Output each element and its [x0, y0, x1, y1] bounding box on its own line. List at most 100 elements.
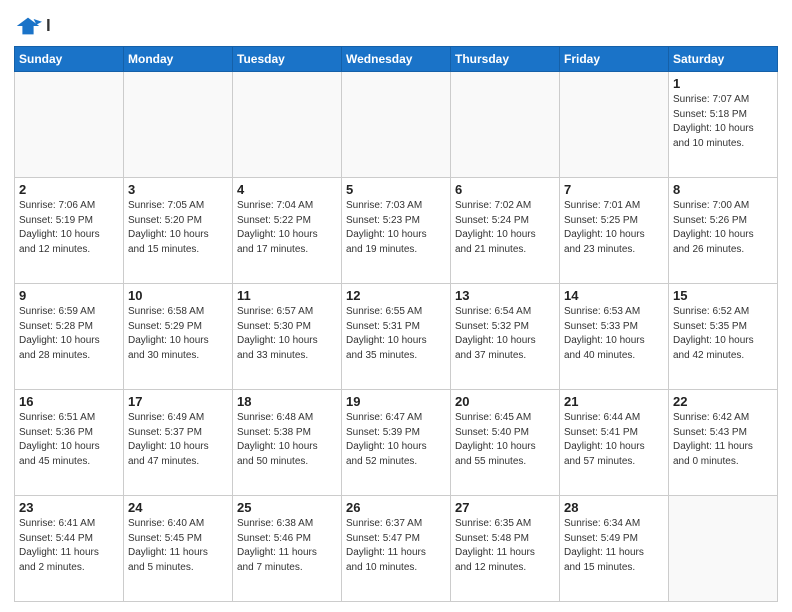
day-cell: 3 Sunrise: 7:05 AM Sunset: 5:20 PM Daylig…: [124, 178, 233, 284]
day-number: 27: [455, 500, 555, 515]
weekday-monday: Monday: [124, 47, 233, 72]
page: l SundayMondayTuesdayWednesdayThursdayFr…: [0, 0, 792, 612]
day-info: Sunrise: 7:00 AM Sunset: 5:26 PM Dayligh…: [673, 199, 773, 257]
day-cell: 11 Sunrise: 6:57 AM Sunset: 5:30 PM Dayli…: [233, 284, 342, 390]
day-info: Sunrise: 7:01 AM Sunset: 5:25 PM Dayligh…: [564, 199, 664, 257]
week-row-1: 1 Sunrise: 7:07 AM Sunset: 5:18 PM Daylig…: [15, 72, 778, 178]
day-info: Sunrise: 6:35 AM Sunset: 5:48 PM Dayligh…: [455, 517, 555, 575]
day-number: 10: [128, 288, 228, 303]
day-number: 1: [673, 76, 773, 91]
day-number: 11: [237, 288, 337, 303]
day-cell: 16 Sunrise: 6:51 AM Sunset: 5:36 PM Dayli…: [15, 390, 124, 496]
day-info: Sunrise: 6:38 AM Sunset: 5:46 PM Dayligh…: [237, 517, 337, 575]
day-cell: 7Sunrise: 7:01 AM Sunset: 5:25 PM Daylig…: [560, 178, 669, 284]
day-cell: 28 Sunrise: 6:34 AM Sunset: 5:49 PM Dayli…: [560, 496, 669, 602]
day-number: 12: [346, 288, 446, 303]
day-cell: 10 Sunrise: 6:58 AM Sunset: 5:29 PM Dayli…: [124, 284, 233, 390]
day-number: 19: [346, 394, 446, 409]
day-cell: [451, 72, 560, 178]
day-cell: [233, 72, 342, 178]
day-number: 24: [128, 500, 228, 515]
day-info: Sunrise: 6:54 AM Sunset: 5:32 PM Dayligh…: [455, 305, 555, 363]
day-info: Sunrise: 7:04 AM Sunset: 5:22 PM Dayligh…: [237, 199, 337, 257]
day-cell: [560, 72, 669, 178]
day-info: Sunrise: 7:07 AM Sunset: 5:18 PM Dayligh…: [673, 93, 773, 151]
day-cell: 20 Sunrise: 6:45 AM Sunset: 5:40 PM Dayli…: [451, 390, 560, 496]
day-cell: 19Sunrise: 6:47 AM Sunset: 5:39 PM Dayli…: [342, 390, 451, 496]
day-info: Sunrise: 6:52 AM Sunset: 5:35 PM Dayligh…: [673, 305, 773, 363]
day-number: 21: [564, 394, 664, 409]
day-cell: 12 Sunrise: 6:55 AM Sunset: 5:31 PM Dayli…: [342, 284, 451, 390]
day-info: Sunrise: 6:48 AM Sunset: 5:38 PM Dayligh…: [237, 411, 337, 469]
day-cell: [15, 72, 124, 178]
week-row-3: 9 Sunrise: 6:59 AM Sunset: 5:28 PM Daylig…: [15, 284, 778, 390]
day-number: 8: [673, 182, 773, 197]
weekday-saturday: Saturday: [669, 47, 778, 72]
day-info: Sunrise: 7:06 AM Sunset: 5:19 PM Dayligh…: [19, 199, 119, 257]
day-cell: 26 Sunrise: 6:37 AM Sunset: 5:47 PM Dayli…: [342, 496, 451, 602]
day-number: 2: [19, 182, 119, 197]
day-number: 4: [237, 182, 337, 197]
day-cell: 6 Sunrise: 7:02 AM Sunset: 5:24 PM Daylig…: [451, 178, 560, 284]
day-cell: 21 Sunrise: 6:44 AM Sunset: 5:41 PM Dayli…: [560, 390, 669, 496]
day-number: 18: [237, 394, 337, 409]
day-number: 16: [19, 394, 119, 409]
weekday-sunday: Sunday: [15, 47, 124, 72]
day-cell: [669, 496, 778, 602]
day-number: 22: [673, 394, 773, 409]
day-info: Sunrise: 6:55 AM Sunset: 5:31 PM Dayligh…: [346, 305, 446, 363]
day-number: 28: [564, 500, 664, 515]
logo-text: l: [46, 17, 51, 36]
day-number: 15: [673, 288, 773, 303]
day-cell: [124, 72, 233, 178]
day-cell: 18 Sunrise: 6:48 AM Sunset: 5:38 PM Dayli…: [233, 390, 342, 496]
day-cell: 27 Sunrise: 6:35 AM Sunset: 5:48 PM Dayli…: [451, 496, 560, 602]
day-info: Sunrise: 6:40 AM Sunset: 5:45 PM Dayligh…: [128, 517, 228, 575]
day-info: Sunrise: 7:05 AM Sunset: 5:20 PM Dayligh…: [128, 199, 228, 257]
week-row-5: 23Sunrise: 6:41 AM Sunset: 5:44 PM Dayli…: [15, 496, 778, 602]
day-cell: 8 Sunrise: 7:00 AM Sunset: 5:26 PM Daylig…: [669, 178, 778, 284]
logo: l: [14, 12, 51, 40]
day-info: Sunrise: 6:42 AM Sunset: 5:43 PM Dayligh…: [673, 411, 773, 469]
day-info: Sunrise: 7:02 AM Sunset: 5:24 PM Dayligh…: [455, 199, 555, 257]
day-info: Sunrise: 6:53 AM Sunset: 5:33 PM Dayligh…: [564, 305, 664, 363]
calendar-table: SundayMondayTuesdayWednesdayThursdayFrid…: [14, 46, 778, 602]
day-number: 3: [128, 182, 228, 197]
day-cell: 5 Sunrise: 7:03 AM Sunset: 5:23 PM Daylig…: [342, 178, 451, 284]
top-section: l: [14, 12, 778, 40]
day-info: Sunrise: 6:59 AM Sunset: 5:28 PM Dayligh…: [19, 305, 119, 363]
weekday-header-row: SundayMondayTuesdayWednesdayThursdayFrid…: [15, 47, 778, 72]
day-number: 23: [19, 500, 119, 515]
day-cell: [342, 72, 451, 178]
day-info: Sunrise: 6:37 AM Sunset: 5:47 PM Dayligh…: [346, 517, 446, 575]
day-number: 14: [564, 288, 664, 303]
day-cell: 4 Sunrise: 7:04 AM Sunset: 5:22 PM Daylig…: [233, 178, 342, 284]
day-number: 26: [346, 500, 446, 515]
day-cell: 1 Sunrise: 7:07 AM Sunset: 5:18 PM Daylig…: [669, 72, 778, 178]
day-cell: 23Sunrise: 6:41 AM Sunset: 5:44 PM Dayli…: [15, 496, 124, 602]
day-cell: 13 Sunrise: 6:54 AM Sunset: 5:32 PM Dayli…: [451, 284, 560, 390]
day-cell: 24 Sunrise: 6:40 AM Sunset: 5:45 PM Dayli…: [124, 496, 233, 602]
day-info: Sunrise: 6:44 AM Sunset: 5:41 PM Dayligh…: [564, 411, 664, 469]
day-cell: 2 Sunrise: 7:06 AM Sunset: 5:19 PM Daylig…: [15, 178, 124, 284]
weekday-wednesday: Wednesday: [342, 47, 451, 72]
day-number: 13: [455, 288, 555, 303]
day-info: Sunrise: 7:03 AM Sunset: 5:23 PM Dayligh…: [346, 199, 446, 257]
day-info: Sunrise: 6:58 AM Sunset: 5:29 PM Dayligh…: [128, 305, 228, 363]
weekday-thursday: Thursday: [451, 47, 560, 72]
day-cell: 15 Sunrise: 6:52 AM Sunset: 5:35 PM Dayli…: [669, 284, 778, 390]
day-cell: 14 Sunrise: 6:53 AM Sunset: 5:33 PM Dayli…: [560, 284, 669, 390]
day-number: 6: [455, 182, 555, 197]
day-number: 9: [19, 288, 119, 303]
day-info: Sunrise: 6:57 AM Sunset: 5:30 PM Dayligh…: [237, 305, 337, 363]
weekday-tuesday: Tuesday: [233, 47, 342, 72]
day-number: 5: [346, 182, 446, 197]
day-number: 20: [455, 394, 555, 409]
day-info: Sunrise: 6:34 AM Sunset: 5:49 PM Dayligh…: [564, 517, 664, 575]
week-row-2: 2 Sunrise: 7:06 AM Sunset: 5:19 PM Daylig…: [15, 178, 778, 284]
day-info: Sunrise: 6:51 AM Sunset: 5:36 PM Dayligh…: [19, 411, 119, 469]
day-cell: 22 Sunrise: 6:42 AM Sunset: 5:43 PM Dayli…: [669, 390, 778, 496]
day-number: 25: [237, 500, 337, 515]
day-number: 17: [128, 394, 228, 409]
day-info: Sunrise: 6:45 AM Sunset: 5:40 PM Dayligh…: [455, 411, 555, 469]
